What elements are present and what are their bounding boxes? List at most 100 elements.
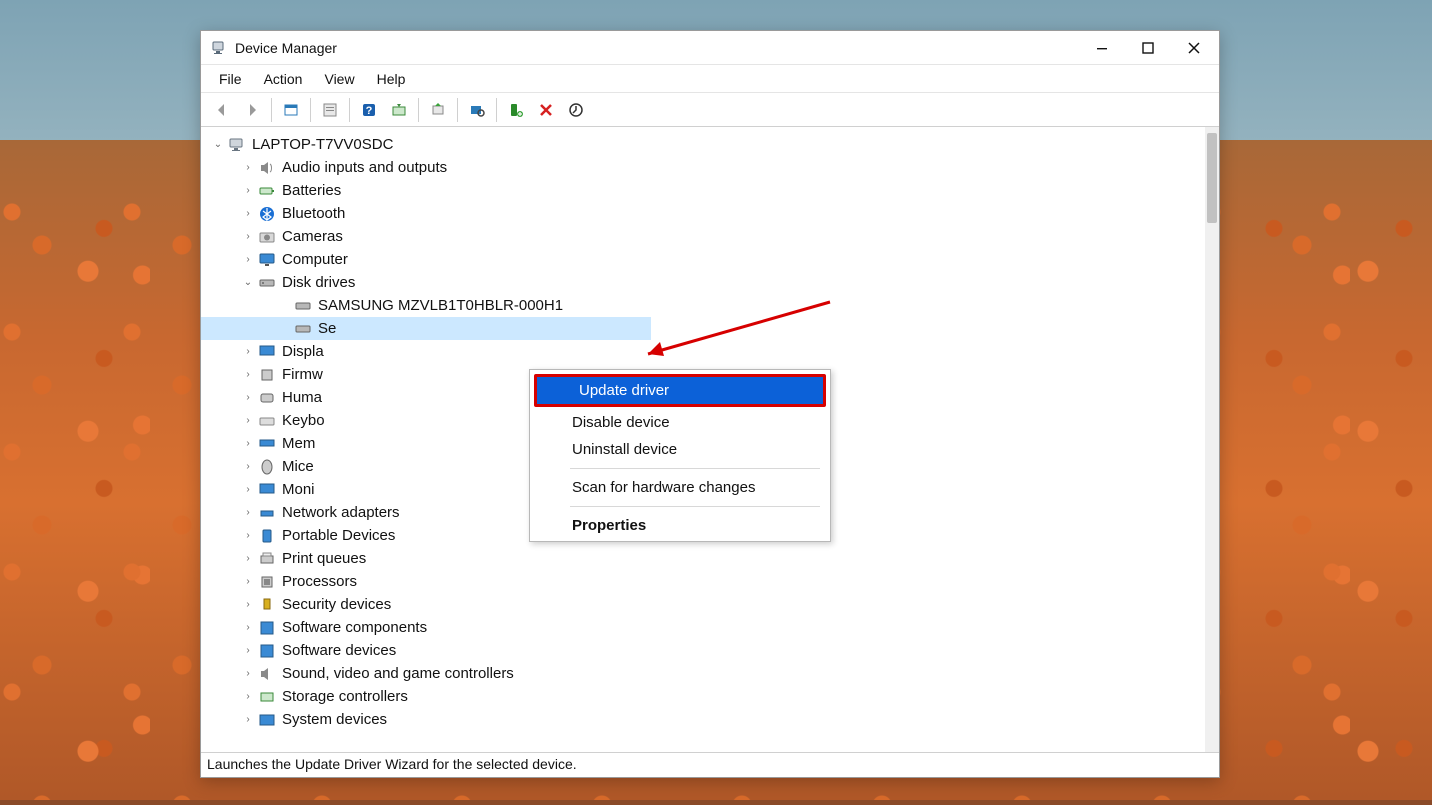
expand-icon[interactable]: › (241, 598, 255, 612)
menu-action[interactable]: Action (254, 68, 313, 90)
expand-icon[interactable]: › (241, 207, 255, 221)
expand-icon[interactable]: › (241, 690, 255, 704)
expand-icon[interactable]: › (241, 529, 255, 543)
category-label: Storage controllers (282, 688, 408, 705)
tree-category-disk-drives[interactable]: ⌄ Disk drives (201, 271, 1205, 294)
statusbar-text: Launches the Update Driver Wizard for th… (207, 756, 577, 772)
category-label: Mice (282, 458, 314, 475)
expand-icon[interactable]: › (241, 437, 255, 451)
tree-category-bluetooth[interactable]: › Bluetooth (201, 202, 1205, 225)
expand-icon[interactable]: › (241, 161, 255, 175)
tree-category-batteries[interactable]: › Batteries (201, 179, 1205, 202)
expand-icon[interactable]: › (241, 667, 255, 681)
maximize-button[interactable] (1125, 32, 1171, 64)
tree-category-storage[interactable]: › Storage controllers (201, 685, 1205, 708)
tree-device-samsung[interactable]: SAMSUNG MZVLB1T0HBLR-000H1 (201, 294, 1205, 317)
tree-category-display[interactable]: › Displa (201, 340, 1205, 363)
tree-category-printers[interactable]: › Print queues (201, 547, 1205, 570)
expand-icon[interactable]: › (241, 414, 255, 428)
category-label: Disk drives (282, 274, 355, 291)
expand-icon[interactable]: › (241, 483, 255, 497)
expand-icon[interactable]: › (241, 184, 255, 198)
tree-root[interactable]: ⌄ LAPTOP-T7VV0SDC (201, 133, 1205, 156)
category-label: Sound, video and game controllers (282, 665, 514, 682)
tree-category-processors[interactable]: › Processors (201, 570, 1205, 593)
expand-icon[interactable]: › (241, 391, 255, 405)
keyboard-icon (258, 412, 276, 430)
tree-category-system[interactable]: › System devices (201, 708, 1205, 731)
minimize-button[interactable] (1079, 32, 1125, 64)
expand-icon[interactable]: › (241, 621, 255, 635)
properties-button[interactable] (316, 96, 344, 124)
storage-icon (258, 688, 276, 706)
category-label: Moni (282, 481, 315, 498)
monitor-icon (258, 481, 276, 499)
tree-category-cameras[interactable]: › Cameras (201, 225, 1205, 248)
expand-icon[interactable]: › (241, 644, 255, 658)
context-scan-hardware[interactable]: Scan for hardware changes (530, 474, 830, 501)
tree-scrollbar[interactable] (1205, 127, 1219, 752)
context-disable-device[interactable]: Disable device (530, 409, 830, 436)
tree-category-computer[interactable]: › Computer (201, 248, 1205, 271)
network-icon (258, 504, 276, 522)
expand-icon[interactable]: › (241, 253, 255, 267)
close-button[interactable] (1171, 32, 1217, 64)
expand-icon[interactable]: › (241, 506, 255, 520)
hid-icon (258, 389, 276, 407)
category-label: Mem (282, 435, 315, 452)
scan-hardware-button[interactable] (463, 96, 491, 124)
expand-icon[interactable]: › (241, 460, 255, 474)
expand-icon[interactable]: › (241, 368, 255, 382)
category-label: Computer (282, 251, 348, 268)
category-label: Firmw (282, 366, 323, 383)
category-label: Software devices (282, 642, 396, 659)
tree-category-audio[interactable]: › Audio inputs and outputs (201, 156, 1205, 179)
expand-icon[interactable]: › (241, 713, 255, 727)
scrollbar-thumb[interactable] (1207, 133, 1217, 223)
context-menu: Update driver Disable device Uninstall d… (529, 369, 831, 542)
menu-file[interactable]: File (209, 68, 252, 90)
portable-icon (258, 527, 276, 545)
category-label: Audio inputs and outputs (282, 159, 447, 176)
menu-view[interactable]: View (314, 68, 364, 90)
context-update-driver[interactable]: Update driver (537, 377, 823, 404)
forward-button[interactable] (238, 96, 266, 124)
tree-category-sw-devices[interactable]: › Software devices (201, 639, 1205, 662)
collapse-icon[interactable]: ⌄ (211, 138, 225, 152)
chip-icon (258, 366, 276, 384)
context-uninstall-device[interactable]: Uninstall device (530, 436, 830, 463)
category-label: Portable Devices (282, 527, 395, 544)
tree-root-label: LAPTOP-T7VV0SDC (252, 136, 393, 153)
back-button[interactable] (208, 96, 236, 124)
expand-icon[interactable]: › (241, 230, 255, 244)
actions-button[interactable] (385, 96, 413, 124)
add-hardware-button[interactable] (502, 96, 530, 124)
device-settings-button[interactable] (562, 96, 590, 124)
tree-device-selected[interactable]: Se (201, 317, 651, 340)
category-label: Batteries (282, 182, 341, 199)
help-button[interactable]: ? (355, 96, 383, 124)
category-label: Keybo (282, 412, 325, 429)
system-icon (258, 711, 276, 729)
titlebar[interactable]: Device Manager (201, 31, 1219, 65)
expand-icon[interactable]: › (241, 575, 255, 589)
show-hidden-button[interactable] (277, 96, 305, 124)
toolbar-separator (271, 98, 272, 122)
computer-icon (228, 136, 246, 154)
menu-help[interactable]: Help (367, 68, 416, 90)
mouse-icon (258, 458, 276, 476)
expand-icon[interactable]: › (241, 345, 255, 359)
expand-icon[interactable]: › (241, 552, 255, 566)
category-label: Huma (282, 389, 322, 406)
update-driver-button[interactable] (424, 96, 452, 124)
bluetooth-icon (258, 205, 276, 223)
printer-icon (258, 550, 276, 568)
context-properties[interactable]: Properties (530, 512, 830, 539)
tree-category-security[interactable]: › Security devices (201, 593, 1205, 616)
device-manager-window: Device Manager File Action View Help ? (200, 30, 1220, 778)
uninstall-button[interactable] (532, 96, 560, 124)
tree-category-sw-components[interactable]: › Software components (201, 616, 1205, 639)
tree-category-sound[interactable]: › Sound, video and game controllers (201, 662, 1205, 685)
category-label: Bluetooth (282, 205, 345, 222)
collapse-icon[interactable]: ⌄ (241, 276, 255, 290)
